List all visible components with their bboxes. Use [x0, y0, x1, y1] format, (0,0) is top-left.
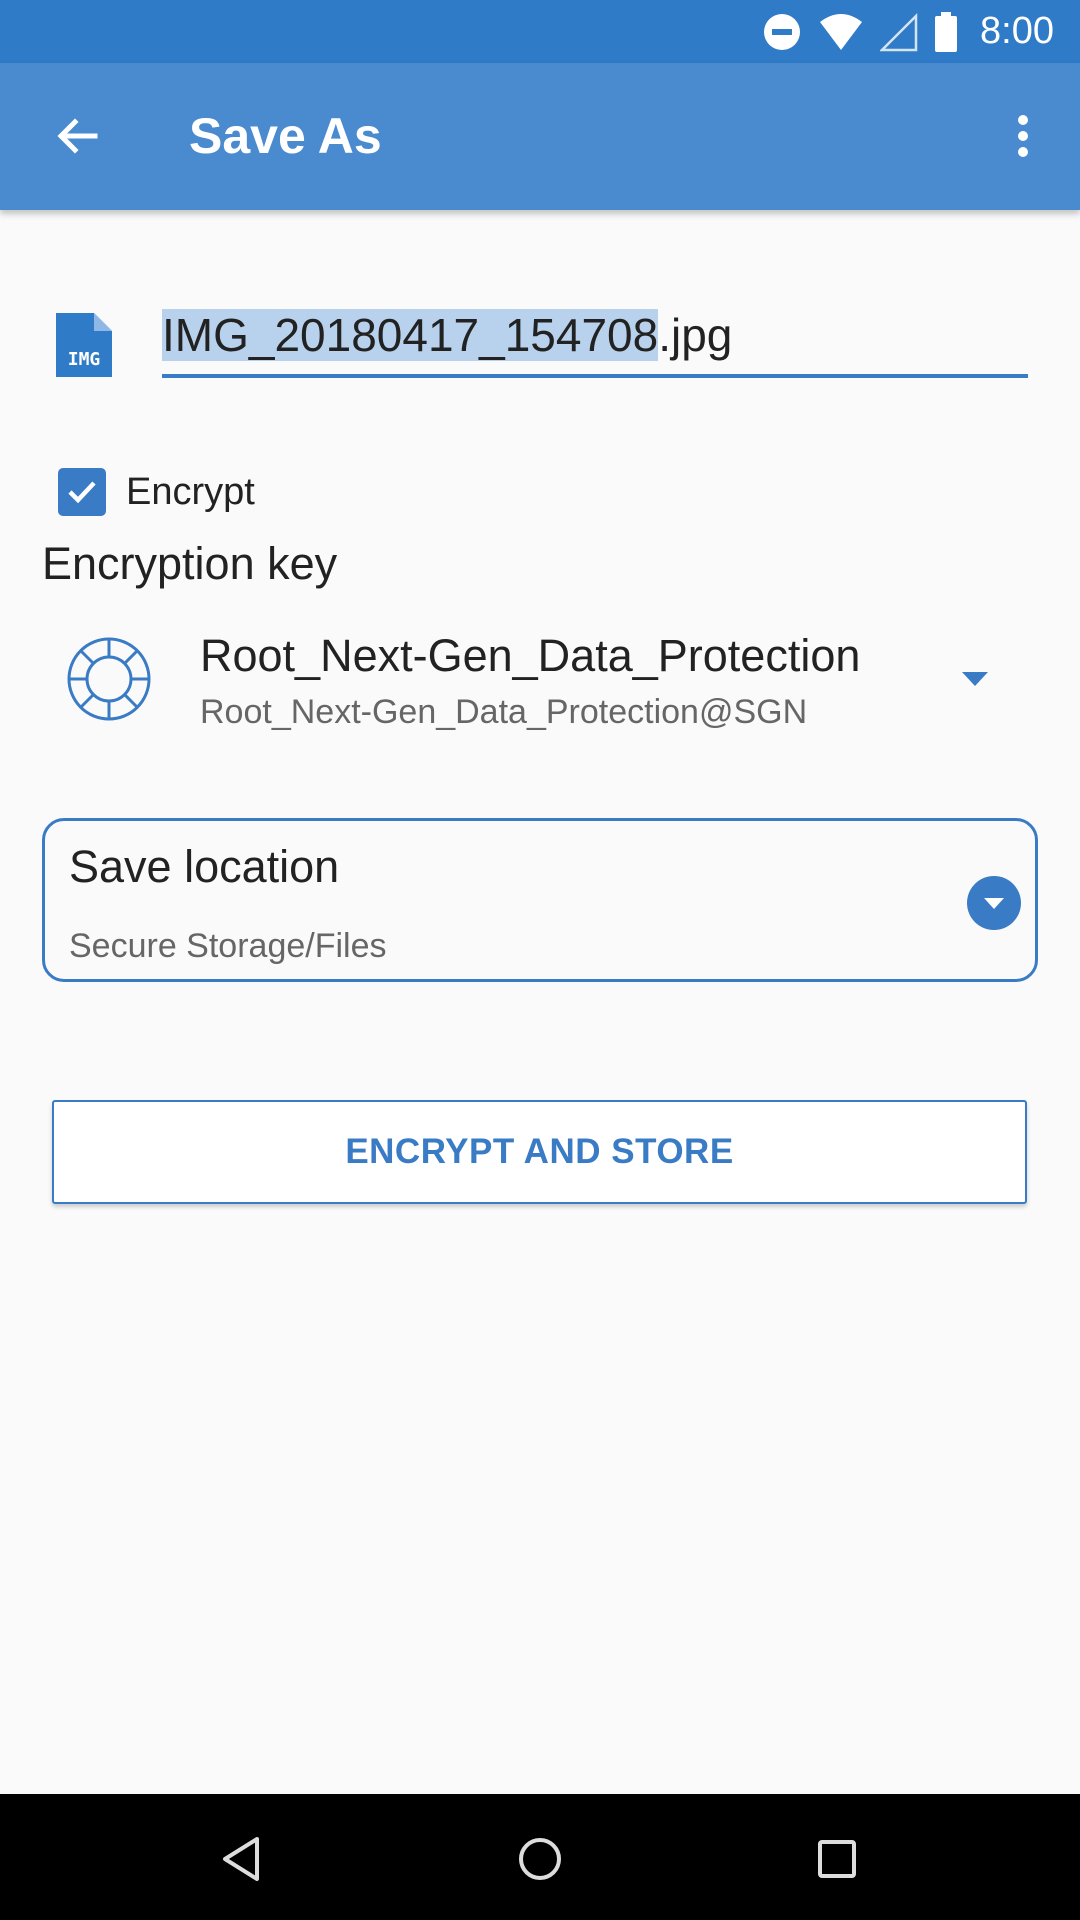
nav-recents-icon: [818, 1840, 856, 1878]
filename-extension: .jpg: [658, 309, 733, 361]
encrypt-and-store-button[interactable]: ENCRYPT AND STORE: [52, 1100, 1027, 1204]
filename-text[interactable]: IMG_20180417_154708.jpg: [162, 308, 732, 362]
dropdown-arrow-icon: [962, 672, 988, 686]
wifi-icon: [818, 12, 864, 52]
save-as-screen: 8:00 Save As IMG IMG_20180417_154708.jpg: [0, 0, 1080, 1920]
app-bar: Save As: [0, 63, 1080, 210]
nav-recents-button[interactable]: [802, 1824, 872, 1894]
back-button[interactable]: [44, 103, 110, 169]
dropdown-arrow-icon: [984, 898, 1004, 909]
status-time: 8:00: [980, 10, 1054, 52]
nav-home-icon: [519, 1838, 561, 1880]
nav-back-button[interactable]: [206, 1824, 276, 1894]
nav-home-button[interactable]: [505, 1824, 575, 1894]
arrow-back-icon: [57, 118, 98, 154]
signal-icon: [880, 12, 918, 52]
status-bar: 8:00: [0, 0, 1080, 63]
check-icon: [68, 481, 96, 504]
encrypt-label: Encrypt: [126, 470, 255, 513]
key-dropdown-button[interactable]: [960, 664, 990, 694]
key-gear-icon: [66, 636, 152, 722]
filename-input[interactable]: IMG_20180417_154708.jpg: [162, 300, 1028, 378]
nav-back-icon: [223, 1837, 259, 1881]
key-name[interactable]: Root_Next-Gen_Data_Protection: [200, 630, 860, 682]
overflow-menu-button[interactable]: [990, 103, 1056, 169]
do-not-disturb-icon: [762, 12, 802, 52]
encrypt-checkbox-row[interactable]: Encrypt: [58, 466, 255, 518]
save-location-dropdown-button[interactable]: [967, 876, 1021, 930]
battery-icon: [934, 11, 958, 52]
more-vert-icon: [1018, 115, 1028, 157]
save-location-value: Secure Storage/Files: [69, 927, 387, 965]
save-location-selector[interactable]: Save location Secure Storage/Files: [42, 818, 1038, 982]
page-title: Save As: [189, 108, 382, 164]
filename-selected-text: IMG_20180417_154708: [162, 309, 659, 361]
file-icon-label: IMG: [68, 349, 101, 370]
navigation-bar: [0, 1794, 1080, 1920]
encrypt-checkbox[interactable]: [58, 468, 106, 516]
status-icons: 8:00: [754, 0, 1080, 63]
key-id: Root_Next-Gen_Data_Protection@SGN: [200, 693, 808, 731]
image-file-icon: IMG: [54, 311, 114, 379]
encryption-key-label: Encryption key: [42, 538, 338, 589]
save-location-title: Save location: [69, 841, 340, 892]
